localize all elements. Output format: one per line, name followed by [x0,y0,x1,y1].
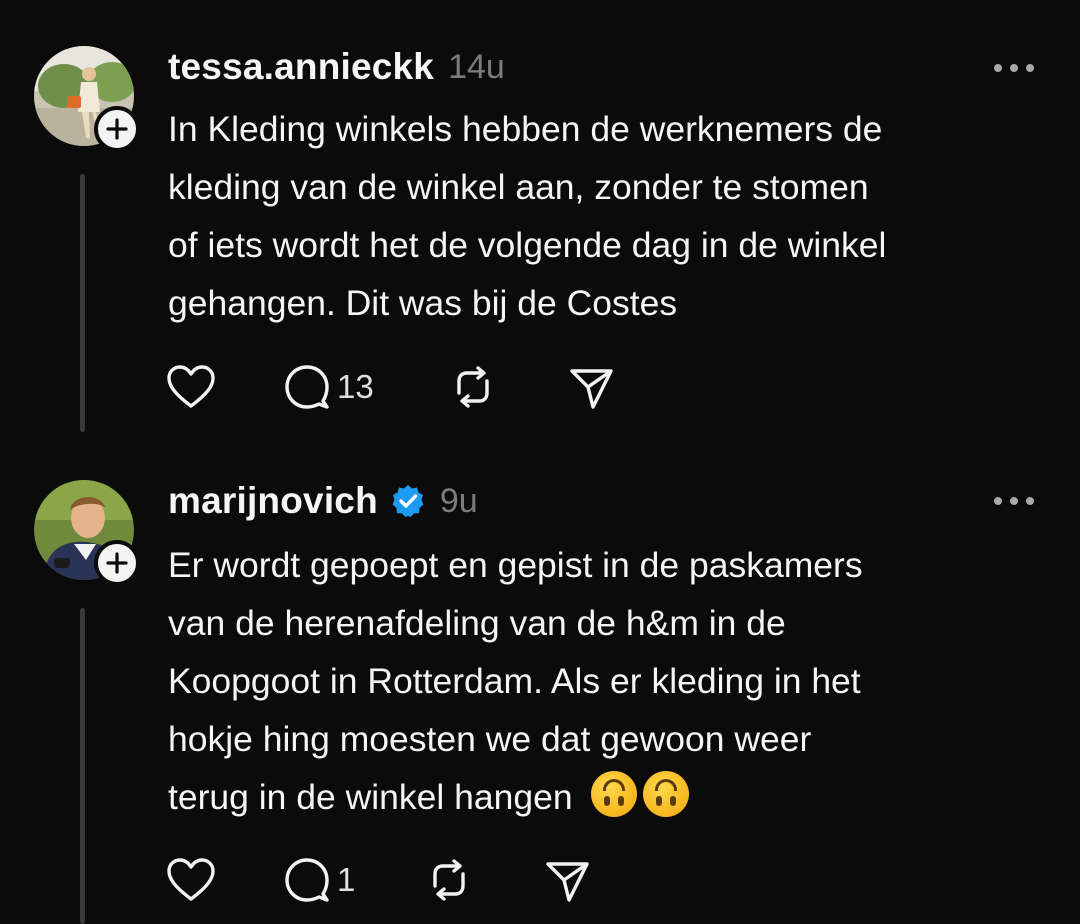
post: marijnovich 9u Er wordt gepoept en gepis… [0,0,1080,924]
post-text-line-with-emoji: terug in de winkel hangen [168,768,1048,826]
post-header: marijnovich 9u [168,476,478,526]
more-icon[interactable] [994,491,1034,511]
plus-icon [106,552,128,574]
avatar-container[interactable] [34,480,140,586]
post-text-line: hokje hing moesten we dat gewoon weer [168,719,812,759]
share-button[interactable] [543,855,603,905]
post-text-line: terug in de winkel hangen [168,777,573,817]
repost-button[interactable] [425,855,543,905]
post-text-line: van de herenafdeling van de h&m in de [168,603,786,643]
comment-icon [285,858,329,902]
username[interactable]: marijnovich [168,480,378,522]
timestamp: 9u [439,481,478,520]
thread-line [80,608,85,924]
reply-count: 1 [337,861,356,898]
like-button[interactable] [165,855,283,905]
post-body: Er wordt gepoept en gepist in de paskame… [168,536,1048,826]
share-icon [546,862,589,902]
verified-icon [392,485,424,517]
upside-down-face-emoji [590,771,637,817]
reply-button[interactable]: 1 [283,855,425,905]
heart-icon [167,858,215,901]
post-text-line: Koopgoot in Rotterdam. Als er kleding in… [168,661,861,701]
action-bar: 1 [165,855,603,905]
follow-button[interactable] [94,540,140,586]
repost-icon [433,859,465,901]
post-text-line: Er wordt gepoept en gepist in de paskame… [168,545,863,585]
upside-down-face-emoji [642,771,689,817]
